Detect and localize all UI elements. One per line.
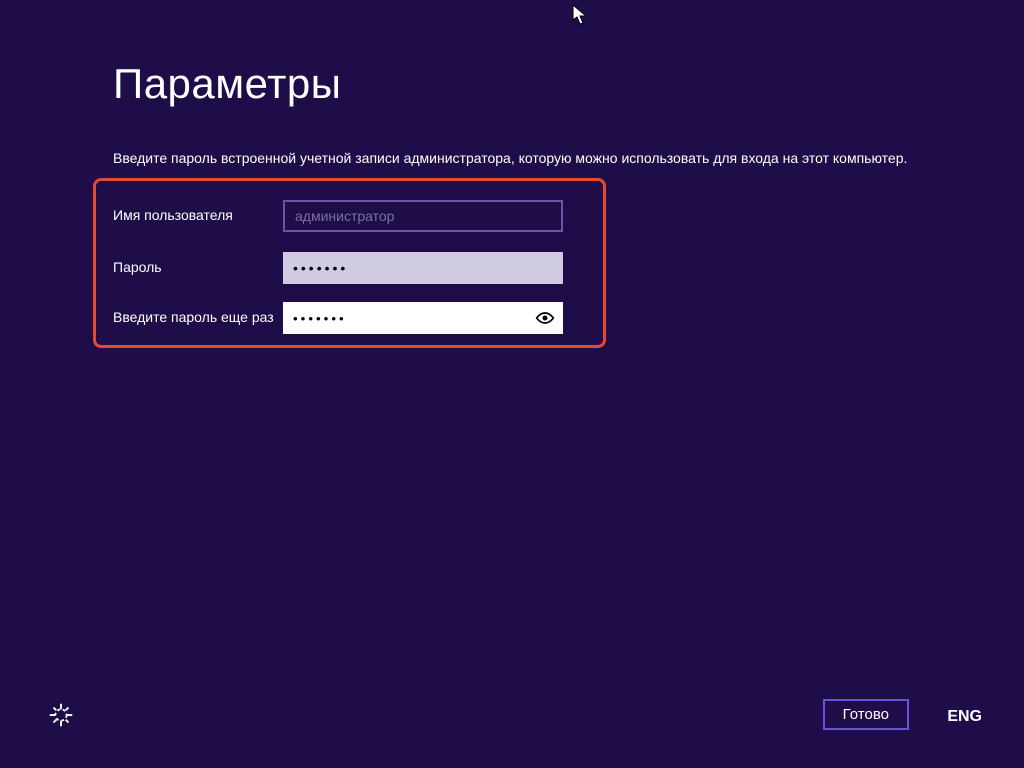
confirm-password-input[interactable] — [283, 302, 531, 334]
instruction-text: Введите пароль встроенной учетной записи… — [113, 148, 913, 168]
confirm-password-label: Введите пароль еще раз — [113, 302, 283, 326]
username-row: Имя пользователя — [113, 200, 563, 232]
confirm-password-row: Введите пароль еще раз — [113, 302, 563, 334]
confirm-password-field — [283, 302, 563, 334]
done-button[interactable]: Готово — [823, 699, 909, 730]
username-label: Имя пользователя — [113, 200, 283, 224]
page-title: Параметры — [113, 60, 341, 108]
ease-of-access-icon[interactable] — [44, 698, 78, 732]
username-input[interactable] — [283, 200, 563, 232]
mouse-cursor-icon — [572, 4, 588, 26]
footer: Готово ENG — [0, 692, 1024, 732]
password-row: Пароль — [113, 252, 563, 284]
password-label: Пароль — [113, 252, 283, 276]
eye-icon[interactable] — [531, 311, 559, 325]
password-input[interactable] — [283, 252, 563, 284]
language-indicator[interactable]: ENG — [947, 708, 982, 726]
